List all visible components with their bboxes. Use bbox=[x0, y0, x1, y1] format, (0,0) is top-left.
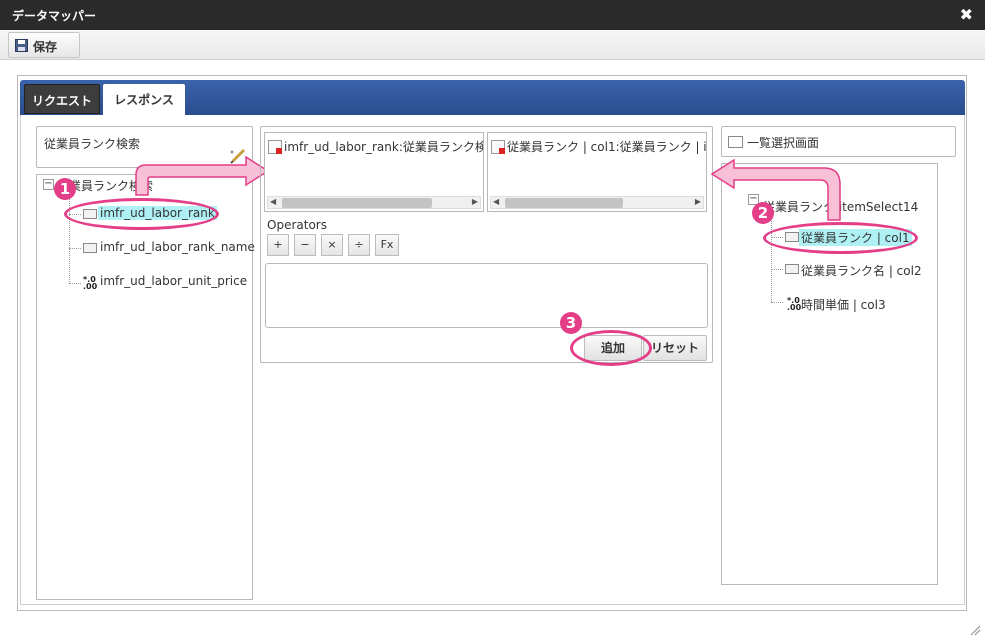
scroll-thumb[interactable] bbox=[505, 198, 623, 208]
formula-textarea[interactable] bbox=[265, 263, 708, 328]
source-expression-box[interactable]: imfr_ud_labor_rank:従業員ランク検索 ◀ ▶ bbox=[264, 132, 484, 212]
left-tree-item[interactable]: imfr_ud_labor_rank_name bbox=[100, 240, 255, 254]
left-tree-item[interactable]: imfr_ud_labor_unit_price bbox=[100, 274, 247, 288]
broken-image-icon bbox=[491, 140, 505, 154]
right-target-title: 一覧選択画面 bbox=[747, 136, 820, 150]
highlight-ring bbox=[763, 222, 918, 254]
arrow-icon bbox=[135, 155, 270, 196]
reset-button[interactable]: リセット bbox=[643, 335, 707, 361]
step-badge: 3 bbox=[560, 312, 582, 334]
broken-image-icon bbox=[268, 140, 282, 154]
horizontal-scrollbar[interactable]: ◀ ▶ bbox=[490, 196, 704, 209]
tab-request[interactable]: リクエスト bbox=[24, 84, 100, 114]
operator-function-button[interactable]: Fx bbox=[375, 234, 399, 256]
left-source-title: 従業員ランク検索 bbox=[44, 137, 141, 151]
toolbar: 保存 bbox=[0, 30, 985, 60]
save-label: 保存 bbox=[33, 40, 58, 54]
tree-connector bbox=[69, 283, 81, 284]
column-icon bbox=[785, 264, 799, 274]
tree-connector bbox=[771, 269, 783, 270]
scroll-left-icon[interactable]: ◀ bbox=[493, 197, 499, 206]
highlight-ring bbox=[570, 330, 652, 366]
tab-response[interactable]: レスポンス bbox=[103, 84, 185, 115]
scroll-thumb[interactable] bbox=[282, 198, 432, 208]
operator-plus-button[interactable]: + bbox=[267, 234, 289, 256]
target-expression: 従業員ランク | col1:従業員ランク | item bbox=[491, 138, 706, 155]
floppy-disk-icon bbox=[15, 39, 28, 52]
column-icon bbox=[83, 243, 97, 253]
operators-label: Operators bbox=[267, 218, 327, 232]
source-expression: imfr_ud_labor_rank:従業員ランク検索 bbox=[268, 138, 483, 155]
tree-connector bbox=[69, 248, 81, 249]
scroll-left-icon[interactable]: ◀ bbox=[270, 197, 276, 206]
scroll-right-icon[interactable]: ▶ bbox=[695, 197, 701, 206]
title-bar: データマッパー ✖ bbox=[0, 0, 985, 30]
list-icon bbox=[728, 136, 743, 148]
right-tree-item[interactable]: 時間単価 | col3 bbox=[801, 296, 886, 313]
scroll-right-icon[interactable]: ▶ bbox=[472, 197, 478, 206]
target-expression-box[interactable]: 従業員ランク | col1:従業員ランク | item ◀ ▶ bbox=[487, 132, 707, 212]
numeric-icon: *.0.00 bbox=[787, 296, 802, 312]
resize-grip-icon[interactable] bbox=[969, 624, 981, 636]
step-badge: 1 bbox=[54, 178, 76, 200]
right-tree-item[interactable]: 従業員ランク名 | col2 bbox=[801, 262, 922, 279]
numeric-icon: *.0.00 bbox=[83, 275, 98, 291]
operator-minus-button[interactable]: − bbox=[294, 234, 316, 256]
window-title: データマッパー bbox=[12, 9, 97, 23]
highlight-ring bbox=[64, 198, 219, 230]
operator-multiply-button[interactable]: × bbox=[321, 234, 343, 256]
horizontal-scrollbar[interactable]: ◀ ▶ bbox=[267, 196, 481, 209]
operator-divide-button[interactable]: ÷ bbox=[348, 234, 370, 256]
tree-connector bbox=[69, 192, 70, 284]
save-button[interactable]: 保存 bbox=[8, 32, 80, 58]
tree-connector bbox=[771, 212, 772, 302]
arrow-icon bbox=[710, 158, 841, 221]
close-icon[interactable]: ✖ bbox=[960, 5, 973, 24]
collapse-icon[interactable]: − bbox=[43, 179, 54, 190]
tree-connector bbox=[771, 302, 783, 303]
